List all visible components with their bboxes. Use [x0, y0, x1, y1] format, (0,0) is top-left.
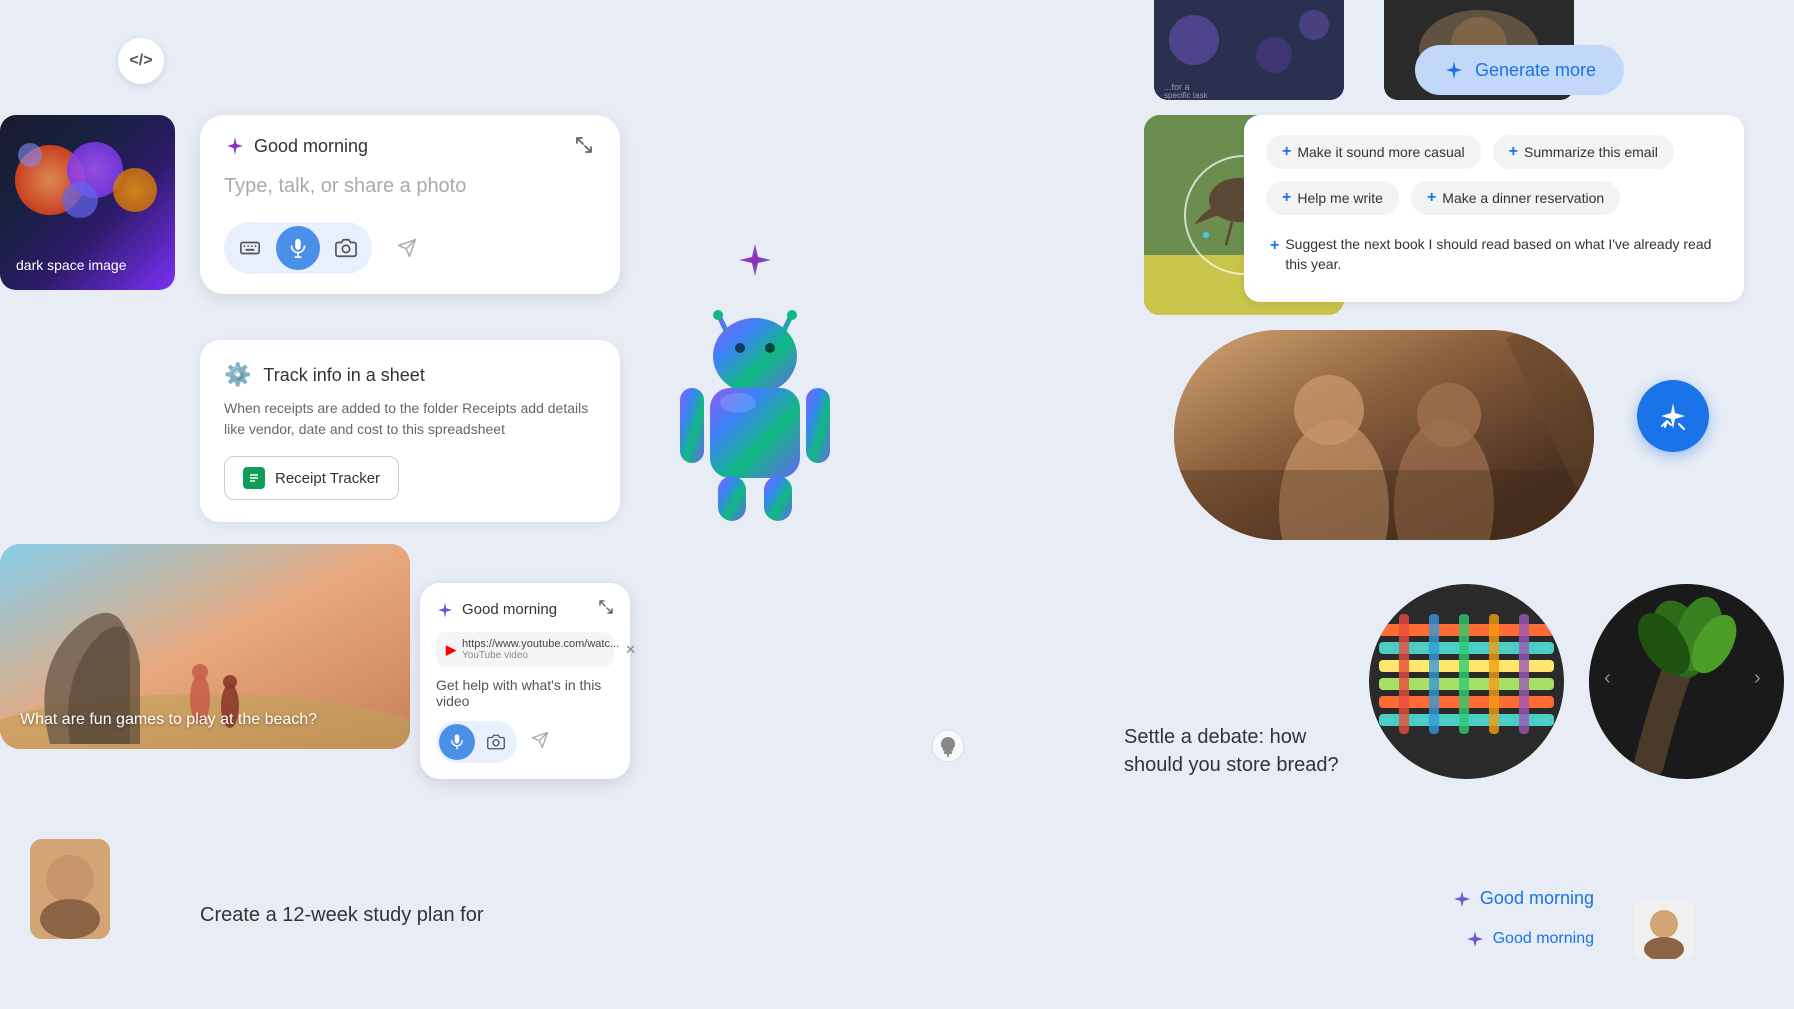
morning-mini-text: Good morning	[1480, 888, 1594, 909]
main-input-card: Good morning Type, talk, or share a phot…	[200, 115, 620, 294]
chip-dinner[interactable]: + Make a dinner reservation	[1411, 181, 1620, 215]
bird-dot-2	[1203, 232, 1209, 238]
yt-send-button[interactable]	[531, 731, 549, 754]
action-btn-group	[224, 222, 372, 274]
yt-url-text: https://www.youtube.com/watc...	[462, 638, 619, 650]
plus-icon-5: +	[1270, 235, 1279, 257]
yt-close-button[interactable]: ✕	[625, 642, 636, 658]
keyboard-button[interactable]	[228, 226, 272, 270]
chip-book-row[interactable]: + Suggest the next book I should read ba…	[1266, 227, 1722, 282]
bulb-icon	[930, 728, 966, 764]
yt-camera-button[interactable]	[478, 724, 514, 760]
svg-text:›: ›	[1754, 667, 1761, 689]
cosmos-decoration	[10, 125, 165, 250]
gemini-star-icon	[735, 240, 775, 280]
chip-summarize[interactable]: + Summarize this email	[1493, 135, 1674, 169]
morning-thumb-card	[1634, 899, 1694, 959]
plus-icon-4: +	[1427, 189, 1436, 207]
receipt-label: Receipt Tracker	[275, 470, 380, 487]
women-bg	[1174, 330, 1594, 540]
code-icon: </>	[129, 52, 152, 70]
yt-header: Good morning	[436, 599, 614, 620]
fab-icon	[1657, 400, 1689, 432]
yt-placeholder[interactable]: Get help with what's in this video	[436, 677, 614, 709]
page-container: ...for a specific task </>	[0, 0, 1794, 1009]
send-button[interactable]	[388, 229, 426, 267]
input-placeholder[interactable]: Type, talk, or share a photo	[224, 171, 596, 202]
svg-text:‹: ‹	[1604, 667, 1611, 689]
camera-button[interactable]	[324, 226, 368, 270]
yt-actions	[436, 721, 614, 763]
chip-summarize-text: Summarize this email	[1524, 144, 1658, 160]
card-header: Good morning	[224, 135, 596, 157]
beach-card-text: What are fun games to play at the beach?	[20, 711, 317, 729]
generate-icon	[1443, 59, 1465, 81]
svg-text:specific task: specific task	[1164, 91, 1209, 100]
datacenter-card	[1369, 584, 1564, 779]
code-button[interactable]: </>	[118, 38, 164, 84]
veggie-card: ‹ ›	[1589, 584, 1784, 779]
expand-button[interactable]	[574, 135, 596, 157]
receipt-tracker-button[interactable]: Receipt Tracker	[224, 456, 399, 500]
chip-dinner-text: Make a dinner reservation	[1442, 190, 1604, 206]
image-gen-card: dark space image	[0, 115, 175, 290]
morning-star-icon	[1452, 889, 1472, 909]
chip-row-1: + Make it sound more casual + Summarize …	[1266, 135, 1722, 169]
android-mascot	[660, 288, 850, 528]
yt-action-group	[436, 721, 517, 763]
track-info-card: ⚙️ Track info in a sheet When receipts a…	[200, 340, 620, 522]
morning-mini-text-2: Good morning	[1493, 930, 1594, 948]
study-text: Create a 12-week study plan for	[200, 901, 580, 929]
beach-card: What are fun games to play at the beach?	[0, 544, 410, 749]
suggestion-chips-card: + Make it sound more casual + Summarize …	[1244, 115, 1744, 302]
fab-compose-button[interactable]	[1637, 380, 1709, 452]
chip-casual[interactable]: + Make it sound more casual	[1266, 135, 1481, 169]
yt-greeting: Good morning	[462, 601, 557, 618]
chip-write[interactable]: + Help me write	[1266, 181, 1399, 215]
plus-icon-3: +	[1282, 189, 1291, 207]
sparkle-icon	[224, 135, 246, 157]
yt-mic-button[interactable]	[439, 724, 475, 760]
img-gen-text: dark space image	[16, 256, 159, 274]
generate-more-area: Generate more	[1415, 45, 1624, 113]
morning-mini-card: Good morning	[1452, 888, 1594, 909]
input-actions	[224, 222, 596, 274]
mic-button[interactable]	[276, 226, 320, 270]
debate-card: Settle a debate: how should you store br…	[1124, 723, 1344, 779]
track-header: ⚙️ Track info in a sheet	[224, 362, 596, 388]
track-title: Track info in a sheet	[263, 365, 424, 386]
yt-url-type: YouTube video	[462, 650, 619, 661]
chip-write-text: Help me write	[1297, 190, 1383, 206]
android-area	[630, 230, 880, 550]
chip-casual-text: Make it sound more casual	[1297, 144, 1464, 160]
top-image-1: ...for a specific task	[1154, 0, 1344, 100]
generate-more-text: Generate more	[1475, 60, 1596, 81]
plus-icon-2: +	[1509, 143, 1518, 161]
greeting-text: Good morning	[254, 136, 368, 157]
youtube-card: Good morning ▶ https://www.youtube.com/w…	[420, 583, 630, 779]
yt-expand-icon[interactable]	[598, 599, 614, 620]
yt-icon: ▶	[446, 642, 456, 658]
sheets-icon	[243, 467, 265, 489]
gemini-label: Good morning	[224, 135, 368, 157]
track-icon: ⚙️	[224, 362, 251, 388]
morning-star-icon-2	[1465, 929, 1485, 949]
chip-book-text: Suggest the next book I should read base…	[1285, 235, 1718, 274]
generate-more-button[interactable]: Generate more	[1415, 45, 1624, 95]
plus-icon-1: +	[1282, 143, 1291, 161]
face-thumbnail	[30, 839, 110, 939]
debate-text: Settle a debate: how should you store br…	[1124, 723, 1344, 779]
yt-url-chip: ▶ https://www.youtube.com/watc... YouTub…	[436, 632, 614, 667]
chip-row-2: + Help me write + Make a dinner reservat…	[1266, 181, 1722, 215]
study-card: Create a 12-week study plan for	[200, 901, 580, 929]
morning-card-2: Good morning	[1465, 929, 1594, 949]
bulb-icon-area	[930, 728, 966, 769]
track-description: When receipts are added to the folder Re…	[224, 398, 596, 440]
yt-sparkle-icon	[436, 601, 454, 619]
women-image-card	[1174, 330, 1594, 540]
